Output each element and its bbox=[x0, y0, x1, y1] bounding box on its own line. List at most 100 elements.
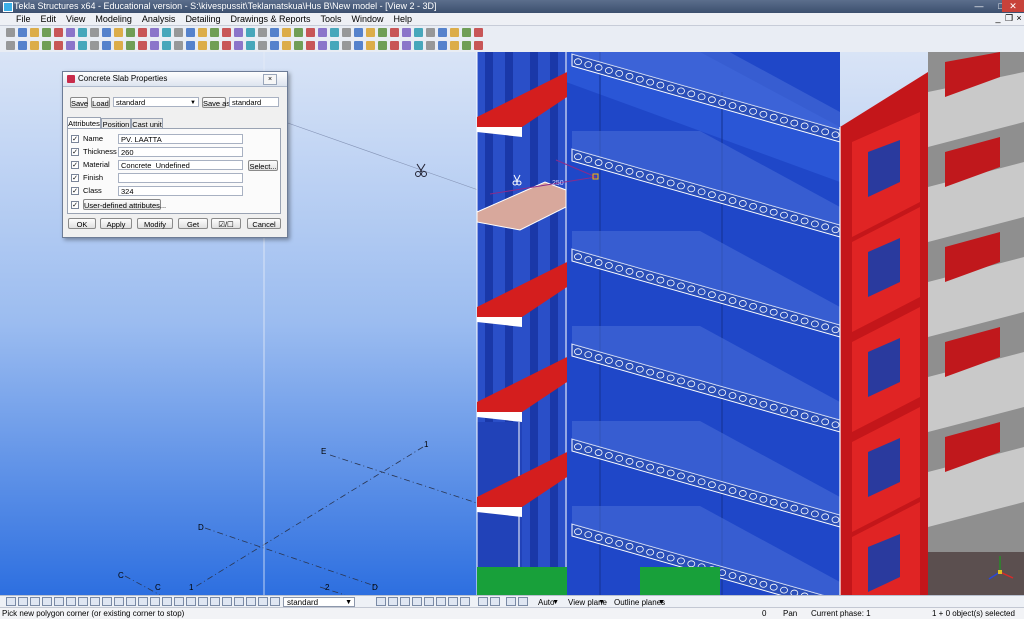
dialog-close-icon[interactable]: × bbox=[263, 74, 277, 85]
selection-switch-icon[interactable] bbox=[478, 597, 488, 606]
standard-tool-icon[interactable] bbox=[222, 28, 231, 37]
modeling-tool-icon[interactable] bbox=[234, 41, 243, 50]
selection-switch-icon[interactable] bbox=[518, 597, 528, 606]
uda-checkbox[interactable]: ✓ bbox=[71, 201, 79, 209]
modeling-tool-icon[interactable] bbox=[246, 41, 255, 50]
modeling-tool-icon[interactable] bbox=[474, 41, 483, 50]
menu-drawings-reports[interactable]: Drawings & Reports bbox=[225, 13, 315, 25]
selection-switch-icon[interactable] bbox=[436, 597, 446, 606]
selection-switch-icon[interactable] bbox=[222, 597, 232, 606]
modeling-tool-icon[interactable] bbox=[198, 41, 207, 50]
selection-switch-icon[interactable] bbox=[114, 597, 124, 606]
menu-analysis[interactable]: Analysis bbox=[137, 13, 181, 25]
outline-mode-select[interactable]: Outline planes ▼ bbox=[610, 597, 668, 607]
selection-switch-icon[interactable] bbox=[18, 597, 28, 606]
minimize-icon[interactable]: — bbox=[968, 0, 990, 12]
selection-switch-icon[interactable] bbox=[150, 597, 160, 606]
modeling-tool-icon[interactable] bbox=[66, 41, 75, 50]
standard-tool-icon[interactable] bbox=[426, 28, 435, 37]
ok-button[interactable]: OK bbox=[68, 218, 96, 229]
finish-checkbox[interactable]: ✓ bbox=[71, 174, 79, 182]
standard-tool-icon[interactable] bbox=[270, 28, 279, 37]
standard-tool-icon[interactable] bbox=[150, 28, 159, 37]
thickness-field[interactable]: 260 bbox=[118, 147, 243, 157]
name-checkbox[interactable]: ✓ bbox=[71, 135, 79, 143]
modeling-tool-icon[interactable] bbox=[18, 41, 27, 50]
get-button[interactable]: Get bbox=[178, 218, 208, 229]
modeling-tool-icon[interactable] bbox=[402, 41, 411, 50]
standard-tool-icon[interactable] bbox=[282, 28, 291, 37]
selection-switch-icon[interactable] bbox=[54, 597, 64, 606]
modify-button[interactable]: Modify bbox=[137, 218, 173, 229]
modeling-tool-icon[interactable] bbox=[414, 41, 423, 50]
menu-view[interactable]: View bbox=[61, 13, 90, 25]
selection-switch-icon[interactable] bbox=[376, 597, 386, 606]
selection-switch-icon[interactable] bbox=[138, 597, 148, 606]
selection-switch-icon[interactable] bbox=[460, 597, 470, 606]
standard-tool-icon[interactable] bbox=[186, 28, 195, 37]
selection-switch-icon[interactable] bbox=[234, 597, 244, 606]
standard-tool-icon[interactable] bbox=[294, 28, 303, 37]
standard-tool-icon[interactable] bbox=[234, 28, 243, 37]
toggle-checkboxes-button[interactable]: ☑/☐ bbox=[211, 218, 241, 229]
cancel-button[interactable]: Cancel bbox=[247, 218, 281, 229]
material-field[interactable]: Concrete_Undefined bbox=[118, 160, 243, 170]
modeling-tool-icon[interactable] bbox=[138, 41, 147, 50]
mdi-close-icon[interactable]: × bbox=[1013, 13, 1024, 24]
modeling-tool-icon[interactable] bbox=[102, 41, 111, 50]
finish-field[interactable] bbox=[118, 173, 243, 183]
selection-switch-icon[interactable] bbox=[506, 597, 516, 606]
menu-window[interactable]: Window bbox=[347, 13, 389, 25]
selection-switch-icon[interactable] bbox=[412, 597, 422, 606]
standard-tool-icon[interactable] bbox=[90, 28, 99, 37]
modeling-tool-icon[interactable] bbox=[306, 41, 315, 50]
modeling-tool-icon[interactable] bbox=[114, 41, 123, 50]
standard-tool-icon[interactable] bbox=[318, 28, 327, 37]
modeling-tool-icon[interactable] bbox=[450, 41, 459, 50]
standard-tool-icon[interactable] bbox=[54, 28, 63, 37]
modeling-tool-icon[interactable] bbox=[90, 41, 99, 50]
modeling-tool-icon[interactable] bbox=[378, 41, 387, 50]
standard-tool-icon[interactable] bbox=[366, 28, 375, 37]
standard-tool-icon[interactable] bbox=[66, 28, 75, 37]
standard-tool-icon[interactable] bbox=[258, 28, 267, 37]
selection-switch-icon[interactable] bbox=[210, 597, 220, 606]
modeling-tool-icon[interactable] bbox=[186, 41, 195, 50]
standard-tool-icon[interactable] bbox=[30, 28, 39, 37]
load-button[interactable]: Load bbox=[91, 97, 110, 108]
standard-tool-icon[interactable] bbox=[390, 28, 399, 37]
modeling-tool-icon[interactable] bbox=[54, 41, 63, 50]
selection-switch-icon[interactable] bbox=[162, 597, 172, 606]
selection-switch-icon[interactable] bbox=[198, 597, 208, 606]
selection-switch-icon[interactable] bbox=[270, 597, 280, 606]
standard-tool-icon[interactable] bbox=[246, 28, 255, 37]
save-as-input[interactable]: standard bbox=[229, 97, 279, 107]
menu-detailing[interactable]: Detailing bbox=[180, 13, 225, 25]
menu-edit[interactable]: Edit bbox=[36, 13, 62, 25]
standard-tool-icon[interactable] bbox=[462, 28, 471, 37]
standard-tool-icon[interactable] bbox=[138, 28, 147, 37]
selection-switch-icon[interactable] bbox=[186, 597, 196, 606]
modeling-tool-icon[interactable] bbox=[330, 41, 339, 50]
selection-switch-icon[interactable] bbox=[66, 597, 76, 606]
standard-tool-icon[interactable] bbox=[162, 28, 171, 37]
modeling-tool-icon[interactable] bbox=[162, 41, 171, 50]
standard-tool-icon[interactable] bbox=[450, 28, 459, 37]
snap-mode-select[interactable]: Auto ▼ bbox=[534, 597, 562, 607]
user-defined-attributes-button[interactable]: User-defined attributes... bbox=[83, 199, 166, 210]
selection-switch-icon[interactable] bbox=[102, 597, 112, 606]
standard-tool-icon[interactable] bbox=[114, 28, 123, 37]
selection-switch-icon[interactable] bbox=[490, 597, 500, 606]
standard-tool-icon[interactable] bbox=[402, 28, 411, 37]
thickness-checkbox[interactable]: ✓ bbox=[71, 148, 79, 156]
modeling-tool-icon[interactable] bbox=[294, 41, 303, 50]
menu-file[interactable]: File bbox=[0, 13, 36, 25]
standard-tool-icon[interactable] bbox=[174, 28, 183, 37]
modeling-tool-icon[interactable] bbox=[462, 41, 471, 50]
selection-switch-icon[interactable] bbox=[258, 597, 268, 606]
close-icon[interactable]: ✕ bbox=[1002, 0, 1024, 12]
save-as-button[interactable]: Save as bbox=[202, 97, 230, 108]
modeling-tool-icon[interactable] bbox=[426, 41, 435, 50]
modeling-tool-icon[interactable] bbox=[150, 41, 159, 50]
selection-switch-icon[interactable] bbox=[388, 597, 398, 606]
